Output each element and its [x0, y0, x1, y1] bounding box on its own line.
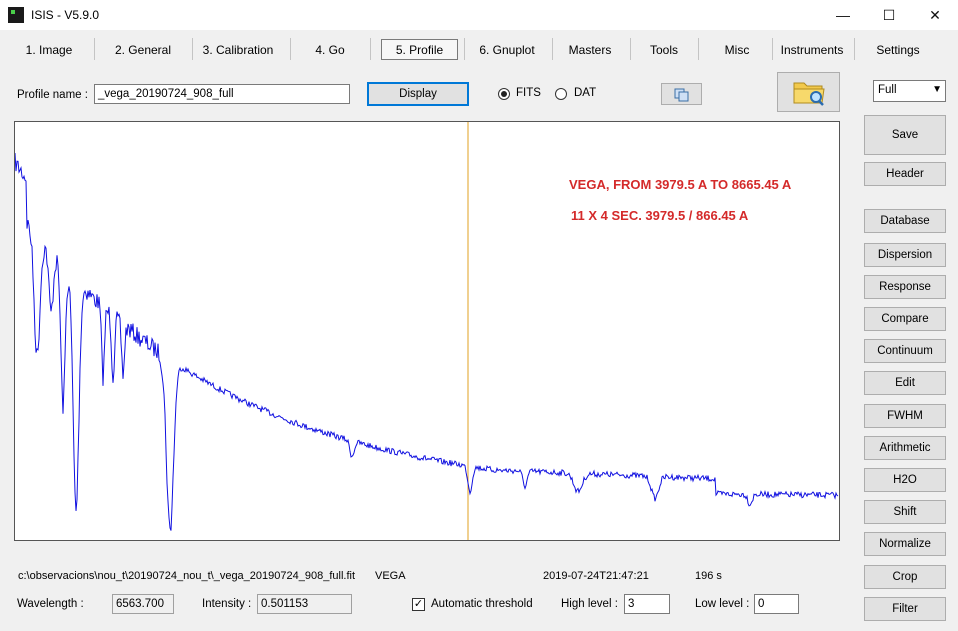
copy-button[interactable]	[661, 83, 702, 105]
dat-radio[interactable]	[555, 88, 567, 100]
tab-profile[interactable]: 5. Profile	[381, 39, 458, 60]
wavelength-value: 6563.700	[112, 594, 174, 614]
header-button[interactable]: Header	[864, 162, 946, 186]
tab-separator	[290, 38, 291, 60]
tab-settings[interactable]: Settings	[866, 40, 930, 60]
tab-misc[interactable]: Misc	[708, 40, 766, 60]
intensity-label: Intensity :	[202, 598, 252, 610]
app-icon	[8, 7, 24, 23]
tab-go[interactable]: 4. Go	[300, 40, 360, 60]
continuum-button[interactable]: Continuum	[864, 339, 946, 363]
response-button[interactable]: Response	[864, 275, 946, 299]
crop-button[interactable]: Crop	[864, 565, 946, 589]
folder-search-icon	[793, 82, 825, 106]
arithmetic-button[interactable]: Arithmetic	[864, 436, 946, 460]
tab-instruments[interactable]: Instruments	[778, 40, 846, 60]
spectrum-plot[interactable]: VEGA, FROM 3979.5 A TO 8665.45 A 11 X 4 …	[14, 121, 840, 541]
tab-separator	[464, 38, 465, 60]
intensity-value: 0.501153	[257, 594, 352, 614]
fits-label: FITS	[516, 87, 541, 99]
tab-image[interactable]: 1. Image	[14, 40, 84, 60]
dispersion-button[interactable]: Dispersion	[864, 243, 946, 267]
edit-button[interactable]: Edit	[864, 371, 946, 395]
open-file-button[interactable]	[777, 72, 840, 112]
file-path: c:\observacions\nou_t\20190724_nou_t\_ve…	[18, 570, 355, 582]
fwhm-button[interactable]: FWHM	[864, 404, 946, 428]
profile-name-input[interactable]: _vega_20190724_908_full	[94, 84, 350, 104]
close-button[interactable]: ✕	[912, 0, 958, 30]
tab-separator	[552, 38, 553, 60]
tab-tools[interactable]: Tools	[638, 40, 690, 60]
normalize-button[interactable]: Normalize	[864, 532, 946, 556]
filter-button[interactable]: Filter	[864, 597, 946, 621]
tab-separator	[370, 38, 371, 60]
tab-separator	[854, 38, 855, 60]
wavelength-label: Wavelength :	[17, 598, 84, 610]
exposure-time: 196 s	[695, 570, 722, 582]
tab-calibration[interactable]: 3. Calibration	[198, 40, 278, 60]
high-level-label: High level :	[561, 598, 618, 610]
tab-separator	[94, 38, 95, 60]
fits-radio[interactable]	[498, 88, 510, 100]
low-level-label: Low level :	[695, 598, 750, 610]
profile-name-label: Profile name :	[17, 89, 88, 101]
display-button[interactable]: Display	[367, 82, 469, 106]
tab-separator	[772, 38, 773, 60]
chevron-down-icon: ▼	[932, 84, 942, 95]
tab-separator	[192, 38, 193, 60]
object-name: VEGA	[375, 570, 406, 582]
tab-separator	[630, 38, 631, 60]
view-mode-value: Full	[878, 84, 897, 96]
database-button[interactable]: Database	[864, 209, 946, 233]
tab-masters[interactable]: Masters	[560, 40, 620, 60]
compare-button[interactable]: Compare	[864, 307, 946, 331]
tab-separator	[698, 38, 699, 60]
h2o-button[interactable]: H2O	[864, 468, 946, 492]
plot-annotation-range: VEGA, FROM 3979.5 A TO 8665.45 A	[569, 177, 792, 192]
view-mode-select[interactable]: Full ▼	[873, 80, 946, 102]
tab-bar: 1. Image 2. General 3. Calibration 4. Go…	[0, 36, 958, 62]
title-bar: ISIS - V5.9.0 — ☐ ✕	[0, 0, 958, 30]
dat-label: DAT	[574, 87, 597, 99]
copy-icon	[674, 88, 689, 102]
save-button[interactable]: Save	[864, 115, 946, 155]
tab-general[interactable]: 2. General	[104, 40, 182, 60]
low-level-input[interactable]: 0	[754, 594, 799, 614]
high-level-input[interactable]: 3	[624, 594, 670, 614]
shift-button[interactable]: Shift	[864, 500, 946, 524]
minimize-button[interactable]: —	[820, 0, 866, 30]
automatic-threshold-label: Automatic threshold	[431, 598, 533, 610]
observation-datetime: 2019-07-24T21:47:21	[543, 570, 649, 582]
window-title: ISIS - V5.9.0	[31, 8, 100, 22]
maximize-button[interactable]: ☐	[866, 0, 912, 30]
automatic-threshold-checkbox[interactable]: ✓	[412, 598, 425, 611]
plot-annotation-exposure: 11 X 4 SEC. 3979.5 / 866.45 A	[571, 208, 749, 223]
tab-gnuplot[interactable]: 6. Gnuplot	[472, 40, 542, 60]
